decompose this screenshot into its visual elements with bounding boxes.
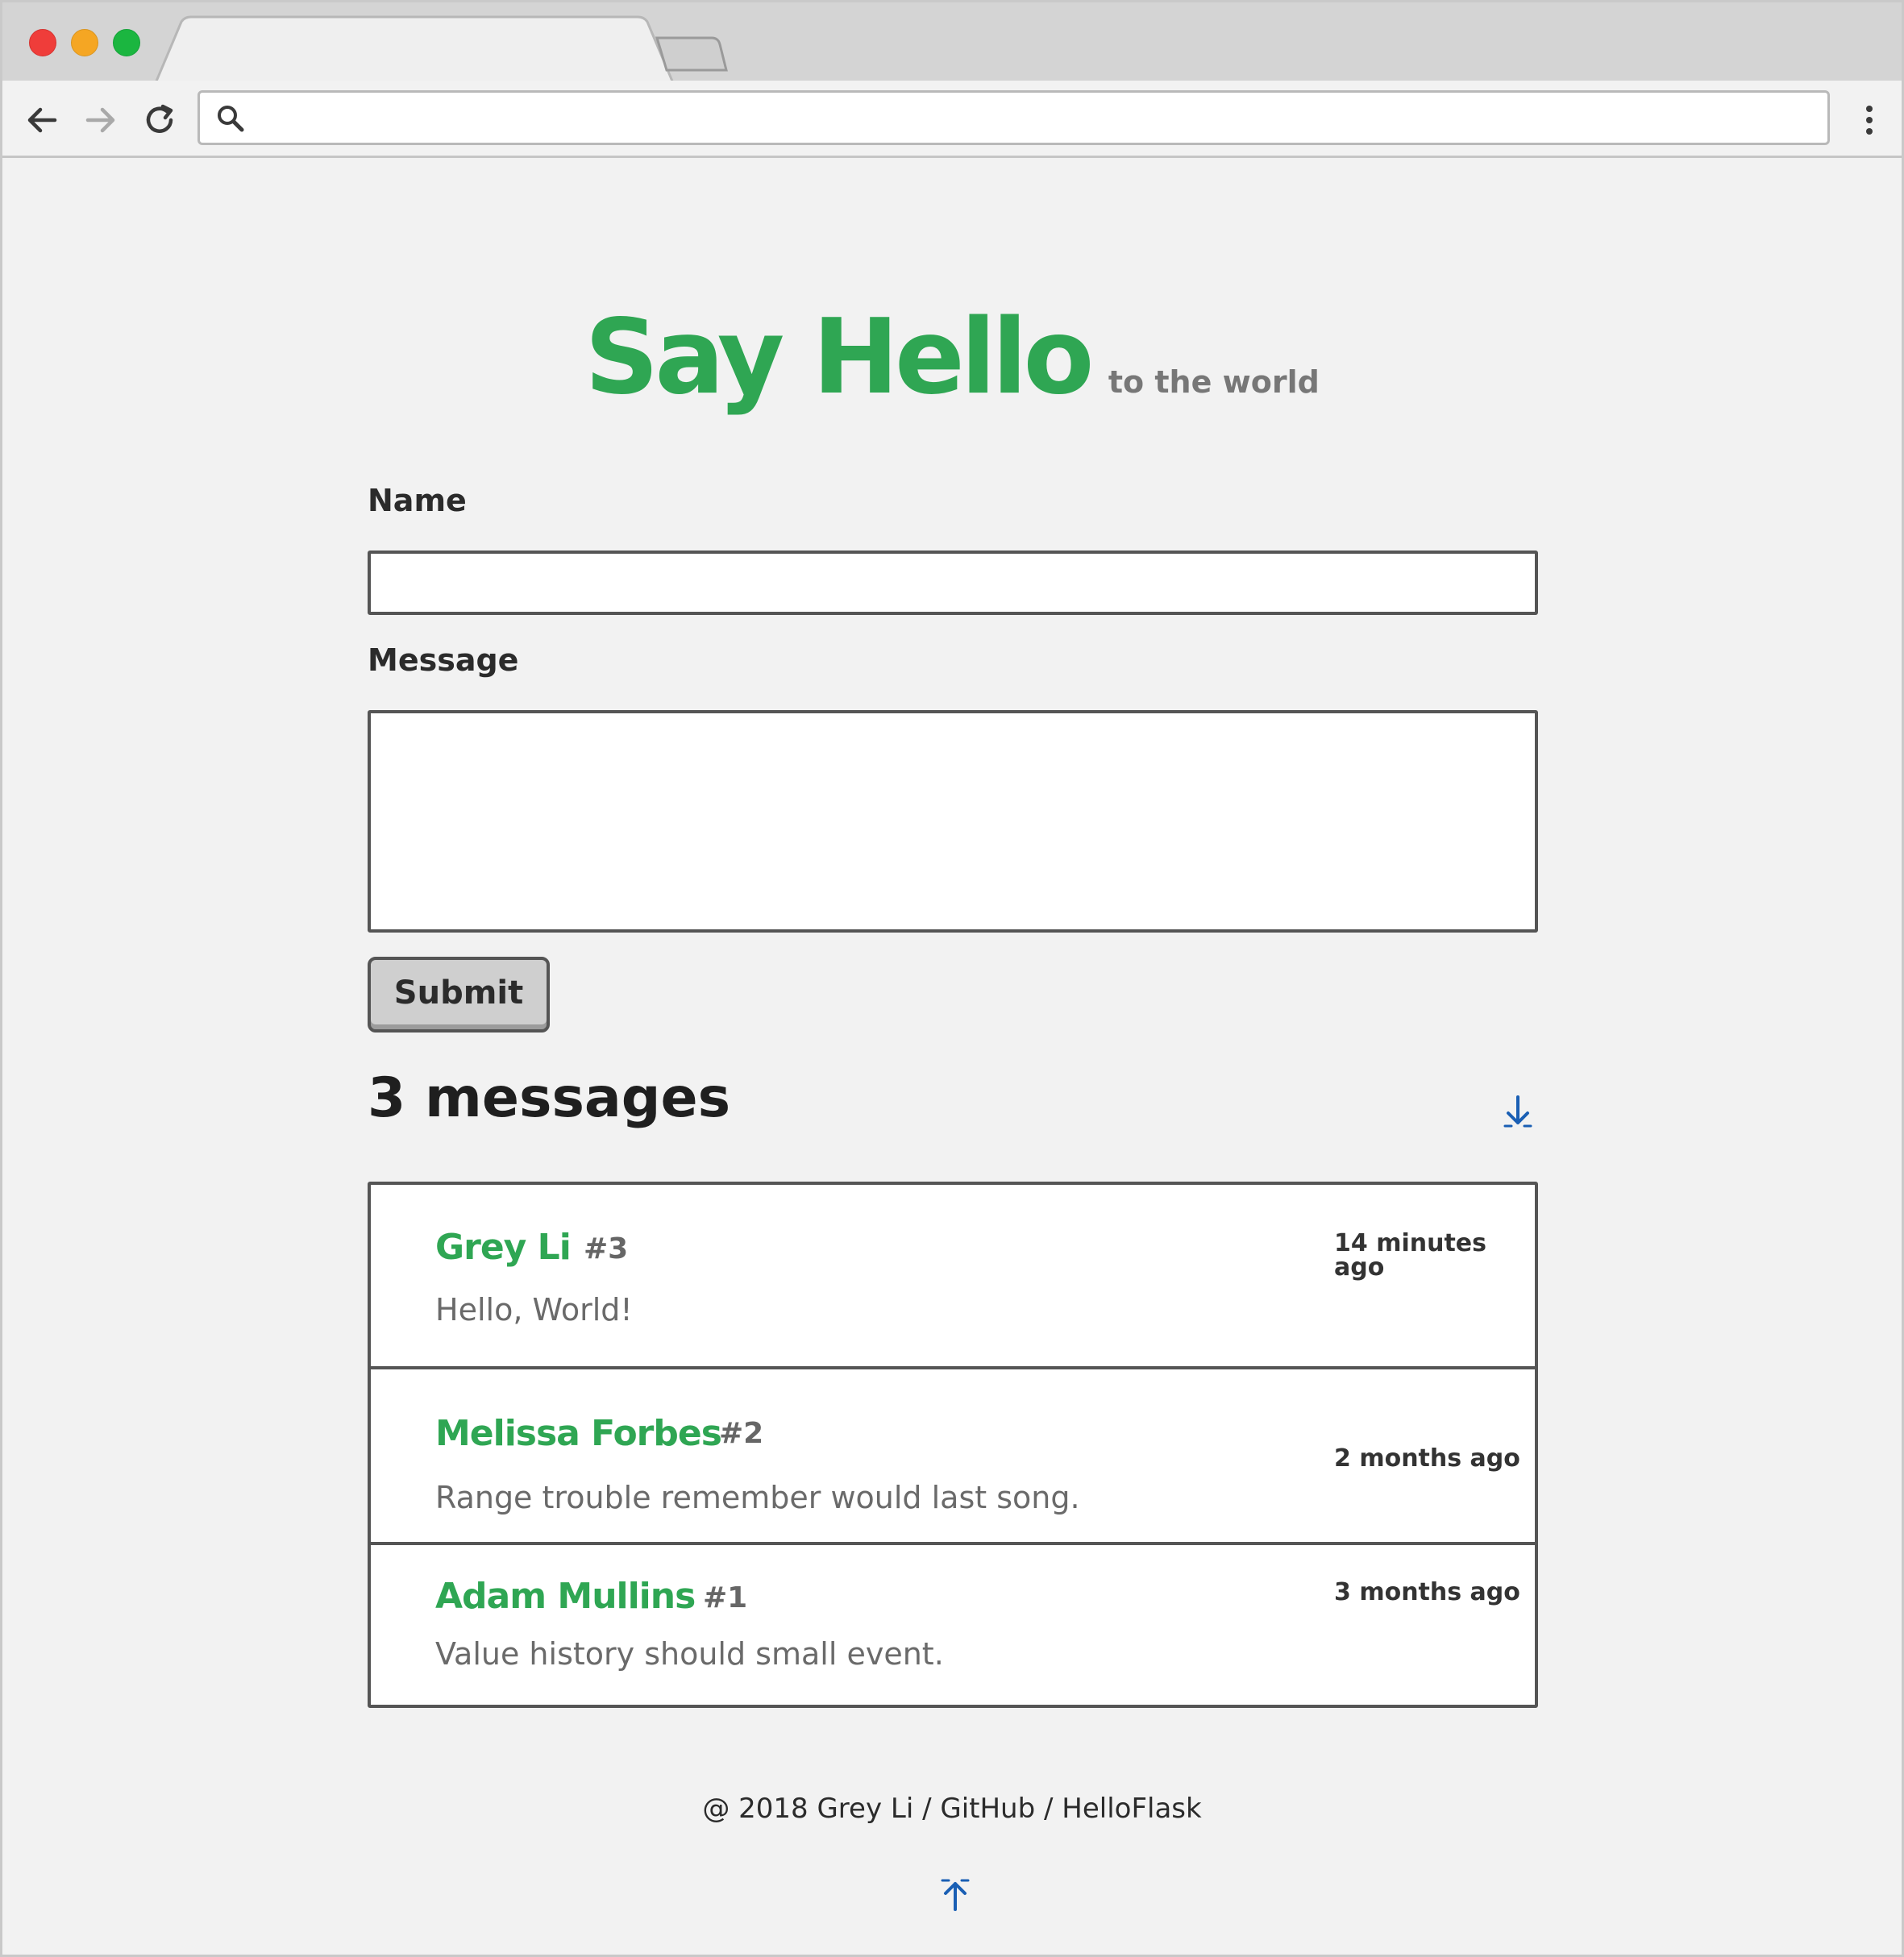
messages-count-heading: 3 messages bbox=[368, 1066, 731, 1130]
message-timestamp: 3 months ago bbox=[1334, 1578, 1520, 1606]
message-item: Grey Li #3 14 minutes ago Hello, World! bbox=[371, 1185, 1535, 1369]
message-item: Adam Mullins #1 3 months ago Value histo… bbox=[371, 1545, 1535, 1705]
forward-button[interactable] bbox=[79, 98, 123, 142]
messages-list: Grey Li #3 14 minutes ago Hello, World! … bbox=[368, 1182, 1538, 1708]
more-vert-icon bbox=[1866, 106, 1873, 135]
message-author: Adam Mullins bbox=[435, 1576, 696, 1617]
browser-toolbar bbox=[2, 81, 1902, 158]
message-timestamp: 2 months ago bbox=[1334, 1444, 1520, 1473]
footer-github-link[interactable]: GitHub bbox=[940, 1793, 1035, 1825]
message-id[interactable]: #3 bbox=[584, 1235, 628, 1264]
browser-window: Say Hello to the world Name Message Subm… bbox=[0, 0, 1904, 1957]
footer-helloflask-link[interactable]: HelloFlask bbox=[1062, 1793, 1201, 1825]
back-button[interactable] bbox=[20, 98, 64, 142]
minimize-window-button[interactable] bbox=[71, 29, 98, 56]
footer-separator: / bbox=[913, 1793, 941, 1825]
page-title: Say Hello bbox=[584, 297, 1094, 418]
page-subtitle: to the world bbox=[1108, 364, 1320, 400]
search-icon bbox=[218, 106, 244, 132]
footer-copyright: @ 2018 Grey Li bbox=[702, 1793, 914, 1825]
message-label: Message bbox=[368, 642, 519, 678]
scroll-up-button[interactable] bbox=[937, 1877, 973, 1917]
active-tab[interactable] bbox=[181, 17, 647, 83]
back-arrow-icon bbox=[27, 107, 57, 133]
message-body: Hello, World! bbox=[435, 1292, 633, 1328]
message-body: Value history should small event. bbox=[435, 1636, 944, 1672]
page-footer: @ 2018 Grey Li / GitHub / HelloFlask bbox=[2, 1795, 1902, 1822]
page-content: Say Hello to the world Name Message Subm… bbox=[2, 160, 1902, 1955]
message-id[interactable]: #1 bbox=[703, 1584, 747, 1613]
arrow-down-icon bbox=[1503, 1095, 1532, 1128]
message-timestamp: 14 minutes ago bbox=[1334, 1229, 1486, 1282]
message-textarea[interactable] bbox=[368, 710, 1538, 933]
name-input[interactable] bbox=[368, 551, 1538, 615]
message-author: Grey Li bbox=[435, 1227, 572, 1268]
close-window-button[interactable] bbox=[29, 29, 56, 56]
browser-menu-button[interactable] bbox=[1853, 98, 1885, 142]
reload-button[interactable] bbox=[138, 98, 181, 142]
reload-icon bbox=[146, 104, 173, 133]
tab-bar bbox=[2, 2, 1902, 83]
address-input[interactable] bbox=[258, 99, 1809, 138]
forward-arrow-icon bbox=[85, 107, 115, 133]
page-header: Say Hello to the world bbox=[2, 297, 1902, 418]
arrow-up-icon bbox=[941, 1879, 970, 1911]
message-item: Melissa Forbes #2 2 months ago Range tro… bbox=[371, 1369, 1535, 1545]
scroll-down-button[interactable] bbox=[1500, 1094, 1536, 1133]
footer-separator: / bbox=[1035, 1793, 1062, 1825]
message-body: Range trouble remember would last song. bbox=[435, 1480, 1080, 1515]
maximize-window-button[interactable] bbox=[113, 29, 140, 56]
message-author: Melissa Forbes bbox=[435, 1413, 722, 1454]
name-label: Name bbox=[368, 483, 467, 518]
message-id[interactable]: #2 bbox=[719, 1419, 763, 1448]
new-tab-button[interactable] bbox=[657, 38, 726, 70]
address-bar[interactable] bbox=[197, 90, 1830, 145]
submit-button[interactable]: Submit bbox=[368, 957, 550, 1033]
